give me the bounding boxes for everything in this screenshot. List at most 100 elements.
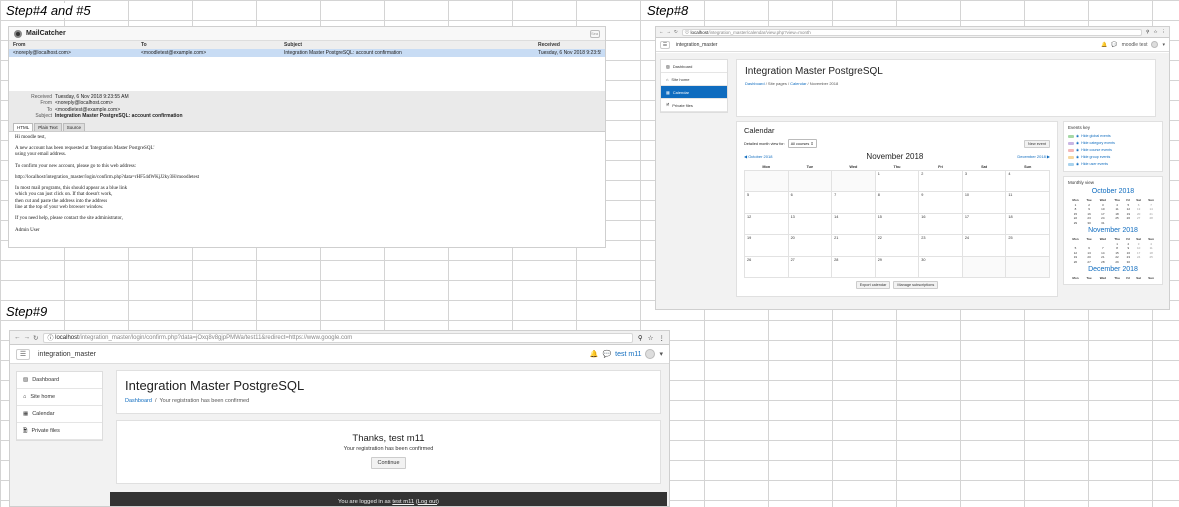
mini-day[interactable]: 31 — [1095, 221, 1110, 226]
avatar[interactable] — [1151, 41, 1159, 48]
sidebar-item-calendar[interactable]: ▦ Calendar — [17, 406, 102, 423]
site-name[interactable]: integration_master — [676, 42, 717, 48]
user-name[interactable]: moodle test — [1122, 42, 1148, 48]
day-cell[interactable]: 29 — [874, 255, 920, 278]
sidebar-item-private-files[interactable]: 🗎 Private files — [17, 423, 102, 440]
day-cell[interactable]: 30 — [918, 255, 963, 278]
day-cell[interactable]: 16 — [918, 212, 963, 235]
menu-dots-icon[interactable]: ⋮ — [659, 334, 666, 342]
messages-icon[interactable]: 💬 — [1111, 42, 1117, 48]
day-cell[interactable]: 18 — [1005, 212, 1050, 235]
site-name[interactable]: integration_master — [38, 351, 96, 358]
sidebar-item-calendar[interactable]: ▦ Calendar — [661, 86, 727, 99]
day-cell[interactable]: 25 — [1005, 234, 1050, 257]
day-cell[interactable]: 26 — [744, 255, 789, 278]
day-cell[interactable]: 2 — [918, 169, 963, 192]
day-cell[interactable]: 24 — [961, 234, 1007, 257]
mini-day[interactable]: 30 — [1083, 221, 1095, 226]
day-cell[interactable]: 5 — [744, 191, 789, 214]
day-cell[interactable]: 20 — [787, 234, 833, 257]
tab-plain-text[interactable]: Plain Text — [34, 122, 62, 131]
menu-dots-icon[interactable]: ⋮ — [1162, 29, 1167, 35]
messages-icon[interactable]: 💬 — [602, 350, 611, 358]
prev-month-link[interactable]: ◀ October 2018 — [744, 154, 772, 159]
column-subject[interactable]: Subject — [284, 42, 538, 48]
column-to[interactable]: To — [141, 42, 284, 48]
search-input[interactable]: Sea — [590, 29, 600, 38]
user-name[interactable]: test m11 — [615, 351, 641, 358]
notifications-bell-icon[interactable]: 🔔 — [1101, 42, 1107, 48]
chevron-down-icon[interactable]: ▾ — [659, 350, 663, 358]
forward-icon[interactable]: → — [667, 29, 672, 35]
back-icon[interactable]: ← — [659, 29, 664, 35]
events-key-item[interactable]: ◉ Hide user events — [1068, 161, 1158, 168]
star-icon[interactable]: ☆ — [648, 334, 654, 342]
breadcrumb-item[interactable]: Dashboard — [745, 81, 765, 86]
events-key-item[interactable]: ◉ Hide group events — [1068, 154, 1158, 161]
mini-day[interactable]: 26 — [1068, 260, 1083, 265]
tab-html[interactable]: HTML — [13, 122, 34, 131]
address-bar[interactable]: ⓘ localhost/integration_master/calendar/… — [681, 28, 1143, 36]
day-cell[interactable]: 13 — [787, 212, 833, 235]
avatar[interactable] — [645, 349, 656, 359]
breadcrumb-item[interactable]: Site pages — [768, 81, 787, 86]
day-cell[interactable]: 3 — [961, 169, 1007, 192]
sidebar-item-private-files[interactable]: 🗎 Private files — [661, 99, 727, 112]
day-cell[interactable]: 12 — [744, 212, 789, 235]
continue-button[interactable]: Continue — [371, 457, 406, 469]
search-icon[interactable]: ⚲ — [1146, 29, 1149, 35]
new-event-button[interactable]: New event — [1024, 139, 1050, 148]
mini-day[interactable]: 29 — [1068, 221, 1083, 226]
back-icon[interactable]: ← — [14, 334, 21, 342]
day-cell[interactable]: 27 — [787, 255, 833, 278]
search-icon[interactable]: ⚲ — [638, 334, 643, 342]
sidebar-item-dashboard[interactable]: ▨ Dashboard — [17, 372, 102, 389]
hamburger-menu-icon[interactable]: ☰ — [16, 348, 30, 360]
mini-day[interactable]: 28 — [1095, 260, 1110, 265]
sidebar-item-dashboard[interactable]: ▨ Dashboard — [661, 60, 727, 73]
sidebar-item-site-home[interactable]: ⌂ Site home — [17, 389, 102, 406]
star-icon[interactable]: ☆ — [1153, 29, 1157, 35]
footer-user-link[interactable]: test m11 — [392, 499, 414, 505]
mini-day[interactable]: 29 — [1110, 260, 1123, 265]
hamburger-menu-icon[interactable]: ☰ — [660, 40, 670, 49]
message-row[interactable]: <noreply@localhost.com> <moodletest@exam… — [9, 49, 605, 57]
day-cell[interactable]: 1 — [874, 169, 920, 192]
mini-day[interactable]: 30 — [1124, 260, 1133, 265]
day-cell[interactable]: 6 — [787, 191, 833, 214]
next-month-link[interactable]: December 2018 ▶ — [1017, 154, 1050, 159]
manage-subscriptions-button[interactable]: Manage subscriptions — [893, 281, 939, 289]
day-cell[interactable]: 8 — [874, 191, 920, 214]
events-key-item[interactable]: ◉ Hide course events — [1068, 147, 1158, 154]
events-key-item[interactable]: ◉ Hide category events — [1068, 140, 1158, 147]
reload-icon[interactable]: ↻ — [674, 29, 678, 35]
mini-month-title[interactable]: October 2018 — [1068, 188, 1158, 195]
forward-icon[interactable]: → — [24, 334, 31, 342]
mini-month-title[interactable]: December 2018 — [1068, 266, 1158, 273]
day-cell[interactable]: 21 — [831, 234, 876, 257]
breadcrumb-dashboard[interactable]: Dashboard — [125, 398, 152, 404]
column-from[interactable]: From — [13, 42, 141, 48]
day-cell[interactable]: 11 — [1005, 191, 1050, 214]
mini-month-title[interactable]: November 2018 — [1068, 227, 1158, 234]
breadcrumb-item[interactable]: Calendar — [790, 81, 806, 86]
events-key-item[interactable]: ◉ Hide global events — [1068, 133, 1158, 140]
reload-icon[interactable]: ↻ — [33, 334, 38, 342]
day-cell[interactable]: 15 — [874, 212, 920, 235]
mini-day[interactable]: 27 — [1083, 260, 1095, 265]
day-cell[interactable]: 22 — [874, 234, 920, 257]
day-cell[interactable]: 4 — [1005, 169, 1050, 192]
notifications-bell-icon[interactable]: 🔔 — [590, 350, 599, 358]
sidebar-item-site-home[interactable]: ⌂ Site home — [661, 73, 727, 86]
day-cell[interactable]: 7 — [831, 191, 876, 214]
export-calendar-button[interactable]: Export calendar — [855, 281, 891, 289]
day-cell[interactable]: 14 — [831, 212, 876, 235]
column-received[interactable]: Received — [538, 42, 601, 48]
course-select[interactable]: All courses ⇕ — [787, 139, 817, 148]
tab-source[interactable]: Source — [62, 122, 85, 131]
day-cell[interactable]: 28 — [831, 255, 876, 278]
day-cell[interactable]: 17 — [961, 212, 1007, 235]
day-cell[interactable]: 23 — [918, 234, 963, 257]
logout-link[interactable]: Log out — [418, 499, 437, 505]
chevron-down-icon[interactable]: ▾ — [1162, 42, 1165, 48]
